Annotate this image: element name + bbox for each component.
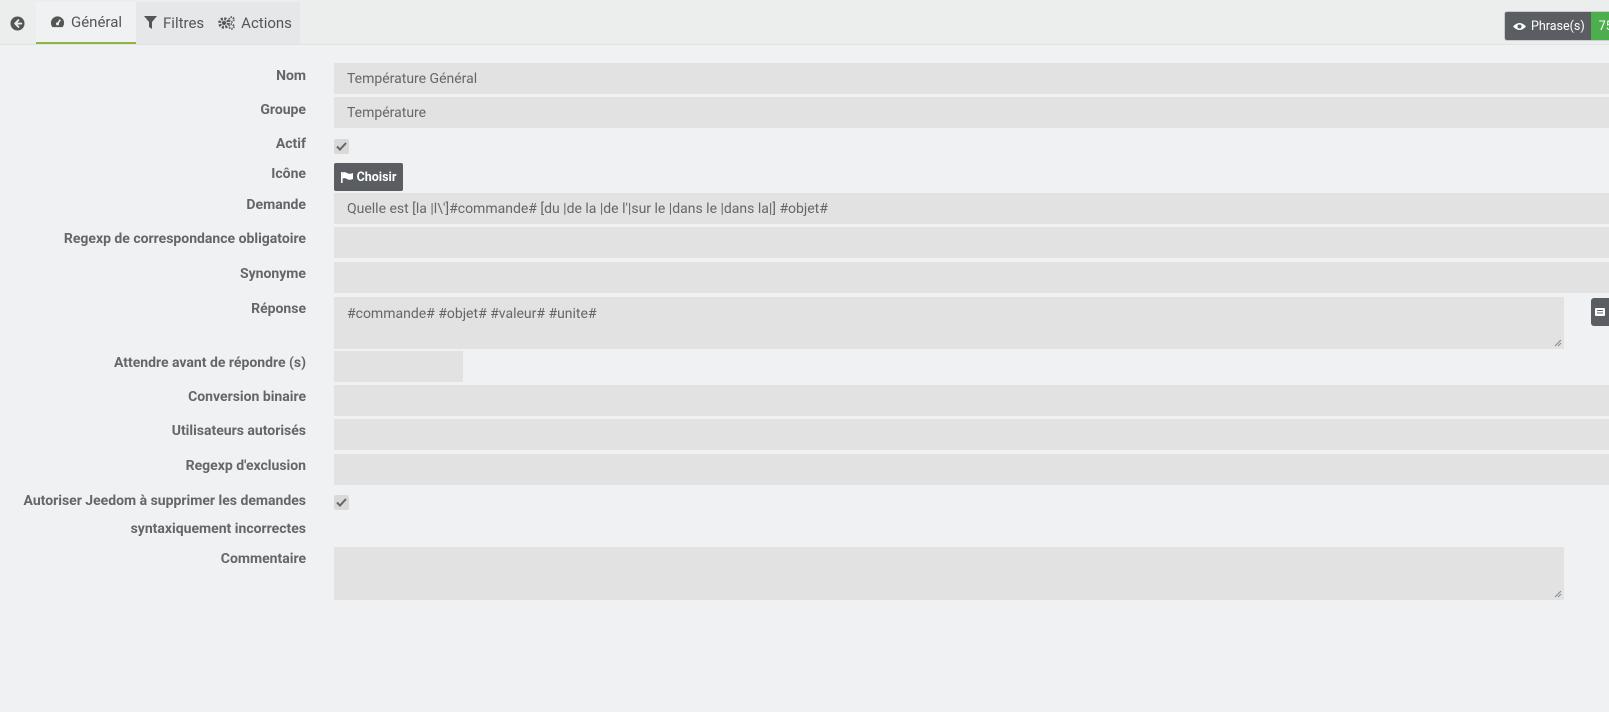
resize-handle-icon[interactable] [1554,590,1562,598]
reponse-options-button[interactable] [1591,298,1609,326]
groupe-label: Groupe [260,102,306,118]
cogs-icon [218,16,235,30]
regexp-exclusion-label: Regexp d'exclusion [185,458,306,474]
tab-actions-label: Actions [241,14,292,32]
choisir-icon-button[interactable]: Choisir [334,163,403,191]
attendre-label: Attendre avant de répondre (s) [113,355,306,371]
filter-icon [144,16,158,30]
autoriser-suppression-checkbox[interactable] [334,495,349,510]
phrase-badge-label: Phrase(s) [1531,18,1585,34]
groupe-input[interactable]: Température [334,97,1609,128]
phrase-count: 75 [1590,12,1609,40]
autoriser-label-line1: Autoriser Jeedom à supprimer les demande… [23,493,306,509]
autoriser-label-line2: syntaxiquement incorrectes [130,521,306,537]
actif-checkbox[interactable] [334,139,349,154]
dashboard-icon [50,15,65,29]
nom-input[interactable]: Température Général [334,63,1609,94]
tab-general[interactable]: Général [36,2,137,44]
tab-filtres-label: Filtres [163,14,205,32]
commentaire-textarea[interactable] [334,547,1564,600]
phrase-badge-label-box: Phrase(s) [1505,12,1591,40]
utilisateurs-autorises-input[interactable] [334,419,1609,450]
regexp-exclusion-input[interactable] [334,454,1609,485]
utilisateurs-autorises-label: Utilisateurs autorisés [171,423,306,439]
commentaire-label: Commentaire [220,551,306,567]
check-icon [336,498,347,507]
tab-actions[interactable]: Actions [214,2,300,44]
synonyme-label: Synonyme [239,266,306,282]
synonyme-input[interactable] [334,262,1609,293]
regexp-obligatoire-label: Regexp de correspondance obligatoire [63,231,306,247]
arrow-circle-left-icon [9,15,25,31]
top-bar: Général Filtres Actions Phrase(s) 7 [0,0,1609,45]
reponse-label: Réponse [251,301,306,317]
conversion-binaire-input[interactable] [334,385,1609,416]
conversion-binaire-label: Conversion binaire [188,389,306,405]
eye-icon [1513,22,1526,30]
icone-label: Icône [271,166,306,182]
tab-bar: Général Filtres Actions [36,2,300,44]
tab-filtres[interactable]: Filtres [136,2,214,44]
reponse-textarea[interactable]: #commande# #objet# #valeur# #unite# [334,297,1564,349]
actif-label: Actif [275,136,306,152]
attendre-input[interactable] [334,351,463,382]
list-icon [1595,308,1605,316]
phrase-count-button[interactable]: Phrase(s) 75 [1505,12,1609,40]
flag-icon [340,171,353,183]
resize-handle-icon[interactable] [1554,339,1562,347]
reponse-text: #commande# #objet# #valeur# #unite# [347,306,597,322]
choisir-label: Choisir [356,169,397,185]
nom-label: Nom [276,68,306,84]
regexp-obligatoire-input[interactable] [334,227,1609,258]
check-icon [336,142,347,151]
demande-input[interactable]: Quelle est [la |l\']#commande# [du |de l… [334,193,1609,224]
tab-general-label: Général [71,13,123,31]
back-button[interactable] [0,2,34,44]
demande-label: Demande [246,197,306,213]
